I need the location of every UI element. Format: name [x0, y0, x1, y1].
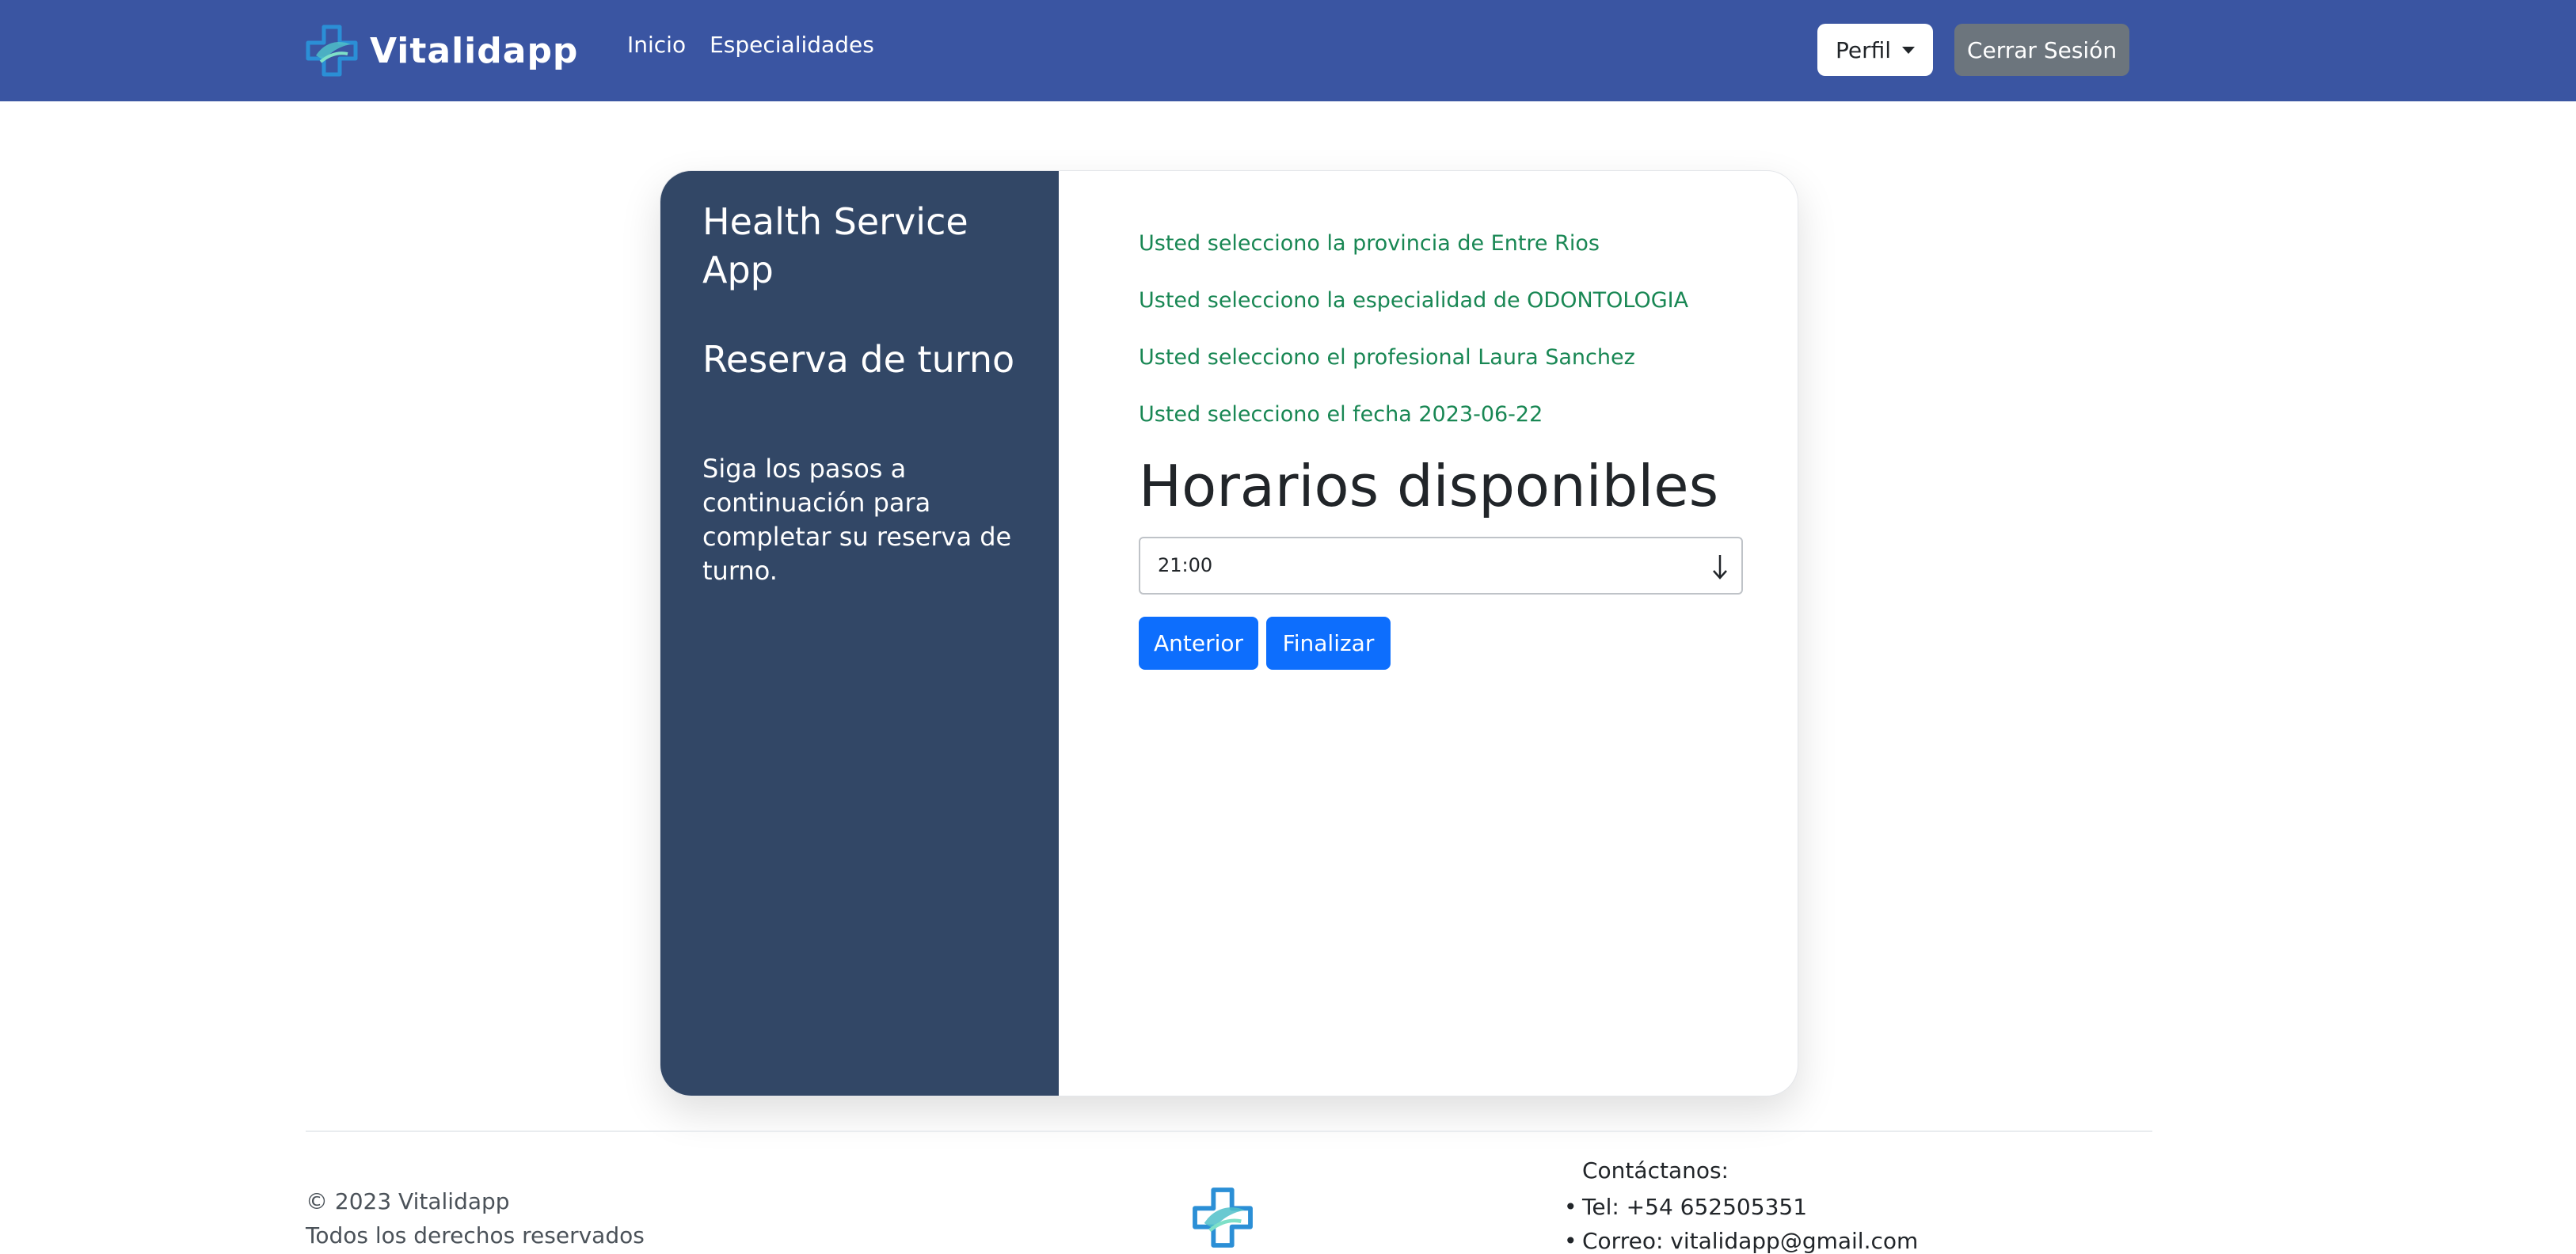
nav-link-inicio[interactable]: Inicio — [627, 32, 686, 58]
booking-card: Health Service App Reserva de turno Siga… — [660, 170, 1798, 1096]
footer-copyright: © 2023 Vitalidapp Todos los derechos res… — [306, 1184, 645, 1252]
rights-text: Todos los derechos reservados — [306, 1222, 645, 1248]
logout-label: Cerrar Sesión — [1966, 36, 2117, 63]
previous-label: Anterior — [1153, 630, 1244, 656]
contact-phone: Tel: +54 652505351 — [1564, 1190, 1918, 1224]
previous-button[interactable]: Anterior — [1139, 617, 1258, 670]
brand[interactable]: Vitalidapp — [303, 21, 578, 81]
summary-date: Usted selecciono el fecha 2023-06-22 — [1139, 402, 1543, 427]
booking-sidebar: Health Service App Reserva de turno Siga… — [660, 171, 1059, 1096]
caret-down-icon — [1902, 46, 1916, 54]
brand-name: Vitalidapp — [370, 30, 579, 71]
time-select-value: 21:00 — [1158, 554, 1213, 576]
summary-professional: Usted selecciono el profesional Laura Sa… — [1139, 345, 1635, 370]
available-times-heading: Horarios disponibles — [1139, 453, 1719, 519]
finish-button[interactable]: Finalizar — [1266, 617, 1391, 670]
arrow-down-icon — [1713, 555, 1727, 580]
time-select[interactable]: 21:00 — [1139, 537, 1743, 595]
finish-label: Finalizar — [1282, 630, 1375, 656]
nav-link-especialidades[interactable]: Especialidades — [710, 32, 874, 58]
summary-province: Usted selecciono la provincia de Entre R… — [1139, 231, 1600, 256]
app-title: Health Service App — [702, 200, 968, 291]
footer-divider — [306, 1130, 2152, 1132]
nav-links: Inicio Especialidades — [627, 32, 874, 58]
medical-cross-logo-icon — [306, 25, 358, 77]
booking-content: Usted selecciono la provincia de Entre R… — [1059, 171, 1798, 1096]
logout-button[interactable]: Cerrar Sesión — [1954, 24, 2129, 76]
profile-label: Perfil — [1835, 36, 1892, 63]
profile-dropdown-button[interactable]: Perfil — [1817, 24, 1933, 76]
copyright-text: © 2023 Vitalidapp — [306, 1188, 510, 1214]
contact-email[interactable]: Correo: vitalidapp@gmail.com — [1564, 1224, 1918, 1254]
contact-list: Tel: +54 652505351 Correo: vitalidapp@gm… — [1564, 1190, 1918, 1254]
top-navbar: Vitalidapp Inicio Especialidades Perfil … — [0, 0, 2576, 101]
section-title: Reserva de turno — [702, 338, 1015, 381]
medical-cross-logo-icon — [1193, 1188, 1253, 1248]
instructions-text: Siga los pasos a continuación para compl… — [702, 454, 1012, 586]
contact-title: Contáctanos: — [1582, 1157, 1729, 1184]
summary-specialty: Usted selecciono la especialidad de ODON… — [1139, 288, 1689, 313]
